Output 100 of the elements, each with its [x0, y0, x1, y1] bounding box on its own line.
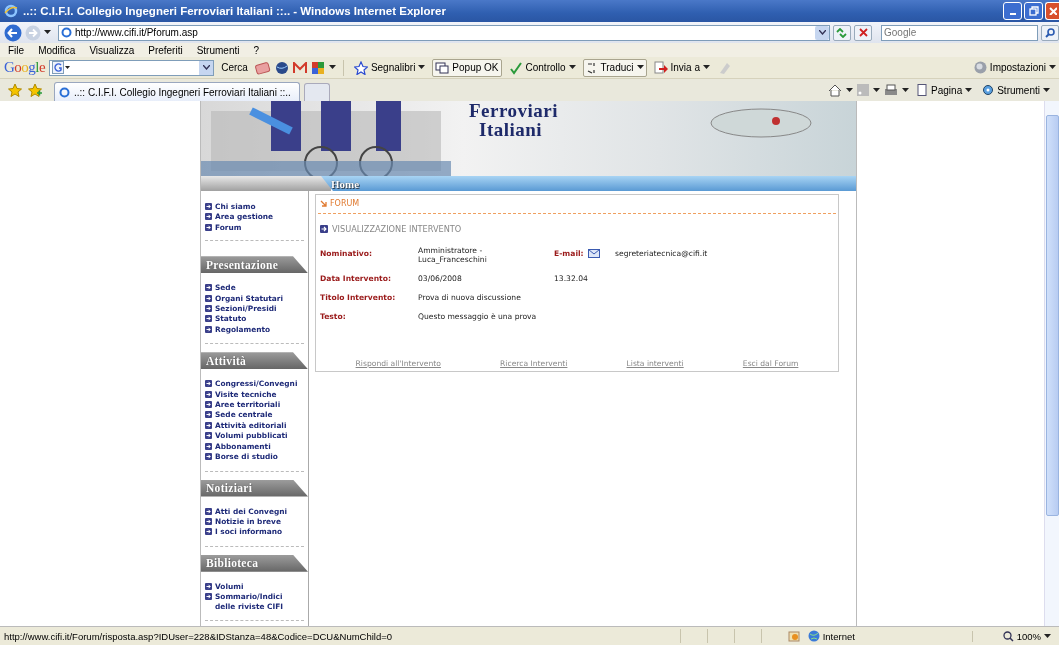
add-favorite-icon[interactable] [28, 83, 42, 97]
arrow-square-icon [205, 442, 212, 450]
search-button[interactable] [1041, 24, 1059, 41]
arrow-square-icon [205, 203, 212, 210]
translate-button[interactable]: Traduci [582, 58, 647, 77]
search-field[interactable]: Google [881, 24, 1038, 41]
browser-tab[interactable]: ..:: C.I.F.I. Collegio Ingegneri Ferroviari Italiani ::.. [54, 82, 300, 101]
stop-button[interactable] [854, 24, 872, 41]
mail-icon[interactable] [292, 61, 307, 74]
card-icon[interactable] [254, 60, 271, 75]
caret-icon[interactable] [636, 65, 644, 70]
section-header: Presentazione [201, 256, 308, 274]
home-icon[interactable] [828, 83, 843, 97]
arrow-square-icon [320, 225, 328, 233]
caret-icon[interactable] [1049, 65, 1056, 70]
arrow-square-icon [205, 593, 212, 601]
caret-icon[interactable] [902, 87, 910, 93]
zoom-level[interactable]: 100% [1016, 630, 1041, 642]
arrow-square-icon [205, 517, 212, 525]
caret-icon[interactable] [328, 65, 336, 70]
mail-icon[interactable] [587, 249, 600, 258]
caret-icon[interactable] [965, 87, 973, 93]
zoom-icon[interactable] [1002, 630, 1014, 642]
section-title: FORUM [330, 199, 360, 208]
arrow-square-icon [205, 401, 212, 409]
arrow-square-icon [205, 411, 212, 419]
google-logo: Google [4, 59, 46, 76]
send-icon [653, 60, 668, 75]
arrow-square-icon [205, 325, 212, 333]
menu-item[interactable]: Preferiti [148, 44, 183, 56]
chevron-icon[interactable] [202, 65, 210, 70]
arrow-square-icon [205, 507, 212, 515]
menu-item[interactable]: Modifica [38, 44, 76, 56]
globe-icon[interactable] [274, 60, 289, 75]
section-header: Notiziari [201, 479, 308, 497]
status-text: http://www.cifi.it/Forum/risposta.asp?IDUser=228&IDStanza=48&Codice=DCU&NumChild=0 [4, 630, 394, 642]
popup-blocker-button[interactable]: Popup OK [432, 58, 502, 77]
search-button[interactable]: Cerca [218, 58, 251, 77]
window-title: ..:: C.I.F.I. Collegio Ingegneri Ferroviari Italiani ::.. - Windows Internet Explorer [23, 5, 447, 17]
spellcheck-icon [508, 60, 523, 75]
history-caret-icon[interactable] [44, 30, 51, 35]
menu-button[interactable]: Segnalibri [350, 58, 429, 77]
caret-icon[interactable] [1044, 633, 1051, 639]
close-icon[interactable] [1048, 7, 1057, 15]
arrow-square-icon [205, 582, 212, 590]
caret-icon[interactable] [1043, 87, 1050, 93]
restore-button[interactable] [1024, 2, 1043, 20]
menu-button[interactable]: Invia a [650, 58, 713, 77]
minimize-button[interactable] [1003, 2, 1022, 20]
arrow-square-icon [205, 421, 212, 429]
arrow-square-icon [205, 223, 212, 231]
arrow-square-icon [205, 390, 212, 398]
puzzle-icon[interactable] [310, 60, 325, 75]
menu-item[interactable]: ? [253, 44, 260, 56]
address-field[interactable]: http://www.cifi.it/Pforum.asp [58, 24, 830, 41]
caret-icon[interactable] [846, 87, 854, 93]
section-header: Biblioteca [201, 554, 308, 572]
panel-title: VISUALIZZAZIONE INTERVENTO [332, 224, 462, 234]
arrow-square-icon [205, 432, 212, 440]
arrow-square-icon [205, 315, 212, 323]
google-g-icon [52, 61, 71, 74]
security-icon [787, 630, 800, 642]
zone-label: Internet [822, 630, 855, 642]
menu-button[interactable]: Pagina [913, 81, 976, 99]
menu-button[interactable]: Strumenti [979, 81, 1053, 99]
arrow-square-icon [205, 305, 212, 313]
star-icon [353, 60, 368, 75]
banner-title: Ferroviari [469, 101, 559, 120]
banner-title: Italiani [479, 120, 543, 139]
menu-item[interactable]: File [8, 44, 25, 56]
caret-icon[interactable] [418, 65, 426, 70]
globe-icon [807, 630, 820, 642]
arrow-square-icon [205, 453, 212, 461]
arrow-square-icon [205, 284, 212, 292]
arrow-square-icon [205, 528, 212, 536]
monitor-icon [435, 61, 450, 74]
caret-icon[interactable] [873, 87, 881, 93]
settings-button[interactable]: Impostazioni [970, 58, 1059, 77]
toolbar-search-field[interactable] [49, 59, 215, 76]
arrow-icon [320, 200, 327, 207]
stop-icon[interactable] [858, 28, 868, 37]
arrow-square-icon [205, 294, 212, 302]
menu-item[interactable]: Visualizza [89, 44, 135, 56]
search-icon[interactable] [1045, 27, 1055, 38]
arrow-square-icon [205, 213, 212, 221]
menu-item[interactable]: Strumenti [196, 44, 240, 56]
chevron-icon[interactable] [818, 30, 826, 35]
printer-icon[interactable] [884, 83, 899, 97]
section-header: Attività [201, 352, 308, 370]
close-button[interactable] [1045, 2, 1059, 20]
dropdown-button[interactable] [815, 25, 829, 40]
back-button-icon[interactable] [4, 23, 22, 42]
arrow-square-icon [205, 380, 212, 388]
scrollbar[interactable] [1044, 101, 1059, 626]
favorites-star-icon[interactable] [8, 83, 22, 97]
menu-button[interactable]: Controllo [505, 58, 579, 77]
browser-logo-icon [4, 4, 18, 18]
caret-icon[interactable] [568, 65, 576, 70]
caret-icon[interactable] [703, 65, 710, 70]
restore-icon[interactable] [1028, 6, 1039, 16]
